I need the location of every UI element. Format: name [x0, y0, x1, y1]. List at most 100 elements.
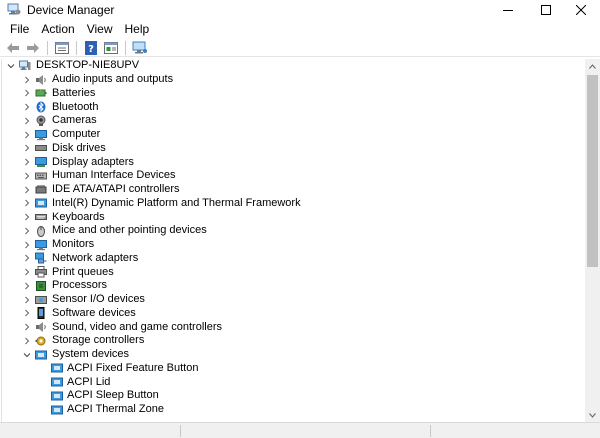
tree-category-label: Sensor I/O devices [52, 293, 145, 306]
tree-category-label: Intel(R) Dynamic Platform and Thermal Fr… [52, 196, 301, 209]
tree-device-label: ACPI Thermal Zone [67, 403, 165, 416]
chevron-right-icon[interactable] [22, 157, 32, 167]
forward-icon[interactable] [24, 40, 42, 56]
tree-category[interactable]: IDE ATA/ATAPI controllers [2, 183, 585, 197]
tree-root[interactable]: DESKTOP-NIE8UPV [2, 59, 585, 73]
chevron-right-icon[interactable] [22, 308, 32, 318]
status-pane-divider [430, 425, 431, 437]
device-manager-app-icon [7, 3, 21, 16]
tree-category[interactable]: Monitors [2, 238, 585, 252]
tree-category[interactable]: Sensor I/O devices [2, 293, 585, 307]
chevron-right-icon[interactable] [22, 226, 32, 236]
tree-category[interactable]: Intel(R) Dynamic Platform and Thermal Fr… [2, 197, 585, 211]
scroll-up-arrow-icon[interactable] [585, 59, 600, 73]
display-adapter-icon [35, 156, 47, 168]
tree-category-label: Computer [52, 128, 101, 141]
tree-category[interactable]: Disk drives [2, 142, 585, 156]
scroll-thumb[interactable] [587, 75, 598, 267]
acpi-device-icon [51, 376, 63, 388]
tree-category[interactable]: Processors [2, 279, 585, 293]
chevron-right-icon[interactable] [22, 281, 32, 291]
toolbar: ? [0, 39, 600, 57]
svg-text:?: ? [88, 44, 94, 55]
tree-category[interactable]: Human Interface Devices [2, 169, 585, 183]
chevron-down-icon[interactable] [6, 61, 16, 71]
chevron-right-icon[interactable] [22, 143, 32, 153]
menu-bar: File Action View Help [0, 20, 600, 39]
storage-controller-icon [35, 335, 47, 347]
tree-category-label: IDE ATA/ATAPI controllers [52, 183, 180, 196]
chevron-down-icon[interactable] [22, 350, 32, 360]
tree-category[interactable]: System devices [2, 348, 585, 362]
tree-category-label: Display adapters [52, 155, 134, 168]
chevron-right-icon[interactable] [22, 267, 32, 277]
menu-action[interactable]: Action [35, 20, 80, 39]
chevron-right-icon[interactable] [22, 212, 32, 222]
tree-category-label: System devices [52, 348, 130, 361]
tree-category-label: Storage controllers [52, 334, 145, 347]
mouse-icon [35, 225, 47, 237]
tree-category[interactable]: Batteries [2, 87, 585, 101]
chevron-right-icon[interactable] [22, 322, 32, 332]
tree-category-label: Cameras [52, 114, 97, 127]
tree-root-label: DESKTOP-NIE8UPV [36, 59, 140, 72]
menu-help[interactable]: Help [119, 20, 156, 39]
tree-category[interactable]: Software devices [2, 307, 585, 321]
menu-view[interactable]: View [81, 20, 119, 39]
vertical-scrollbar[interactable] [585, 59, 600, 422]
tree-category[interactable]: Bluetooth [2, 100, 585, 114]
tree-device[interactable]: ACPI Thermal Zone [2, 403, 585, 417]
chevron-right-icon[interactable] [22, 295, 32, 305]
tree-device[interactable]: ACPI Lid [2, 375, 585, 389]
tree-category-label: Monitors [52, 238, 95, 251]
tree-category-label: Audio inputs and outputs [52, 73, 174, 86]
chevron-right-icon[interactable] [22, 102, 32, 112]
menu-file[interactable]: File [4, 20, 35, 39]
status-pane-divider [180, 425, 181, 437]
chevron-right-icon[interactable] [22, 130, 32, 140]
chevron-right-icon[interactable] [22, 198, 32, 208]
tree-category-label: Batteries [52, 86, 96, 99]
tree-device-label: ACPI Fixed Feature Button [67, 361, 199, 374]
tree-device[interactable]: ACPI Sleep Button [2, 389, 585, 403]
scan-hardware-monitor-icon[interactable] [131, 40, 149, 56]
printer-icon [35, 266, 47, 278]
tree-category[interactable]: Display adapters [2, 155, 585, 169]
device-tree: DESKTOP-NIE8UPV Audio inputs and outputs… [1, 59, 585, 422]
chevron-right-icon[interactable] [22, 171, 32, 181]
chevron-right-icon[interactable] [22, 88, 32, 98]
close-button[interactable] [560, 0, 600, 20]
tree-category[interactable]: Audio inputs and outputs [2, 73, 585, 87]
properties-icon[interactable] [53, 40, 71, 56]
tree-category[interactable]: Mice and other pointing devices [2, 224, 585, 238]
minimize-button[interactable] [487, 0, 529, 20]
tree-category[interactable]: Storage controllers [2, 334, 585, 348]
tree-category[interactable]: Keyboards [2, 210, 585, 224]
monitor-icon [35, 239, 47, 251]
chevron-right-icon[interactable] [22, 336, 32, 346]
tree-category[interactable]: Cameras [2, 114, 585, 128]
computer-icon [19, 60, 31, 72]
chevron-right-icon[interactable] [22, 116, 32, 126]
title-bar: Device Manager [0, 0, 600, 20]
tree-device[interactable]: ACPI Fixed Feature Button [2, 362, 585, 376]
back-icon[interactable] [4, 40, 22, 56]
software-device-icon [35, 307, 47, 320]
tree-category[interactable]: Computer [2, 128, 585, 142]
tree-category[interactable]: Network adapters [2, 252, 585, 266]
chevron-right-icon[interactable] [22, 240, 32, 250]
sensor-icon [35, 294, 47, 306]
show-hidden-icon[interactable] [102, 40, 120, 56]
window-title: Device Manager [27, 3, 115, 17]
computer-icon [35, 129, 47, 141]
scroll-down-arrow-icon[interactable] [585, 408, 600, 422]
hid-icon [35, 170, 47, 182]
chevron-right-icon[interactable] [22, 185, 32, 195]
help-icon[interactable]: ? [82, 40, 100, 56]
chevron-right-icon[interactable] [22, 75, 32, 85]
chevron-right-icon[interactable] [22, 253, 32, 263]
tree-category[interactable]: Sound, video and game controllers [2, 320, 585, 334]
tree-category[interactable]: Print queues [2, 265, 585, 279]
ide-controller-icon [35, 184, 47, 196]
acpi-device-icon [51, 404, 63, 416]
